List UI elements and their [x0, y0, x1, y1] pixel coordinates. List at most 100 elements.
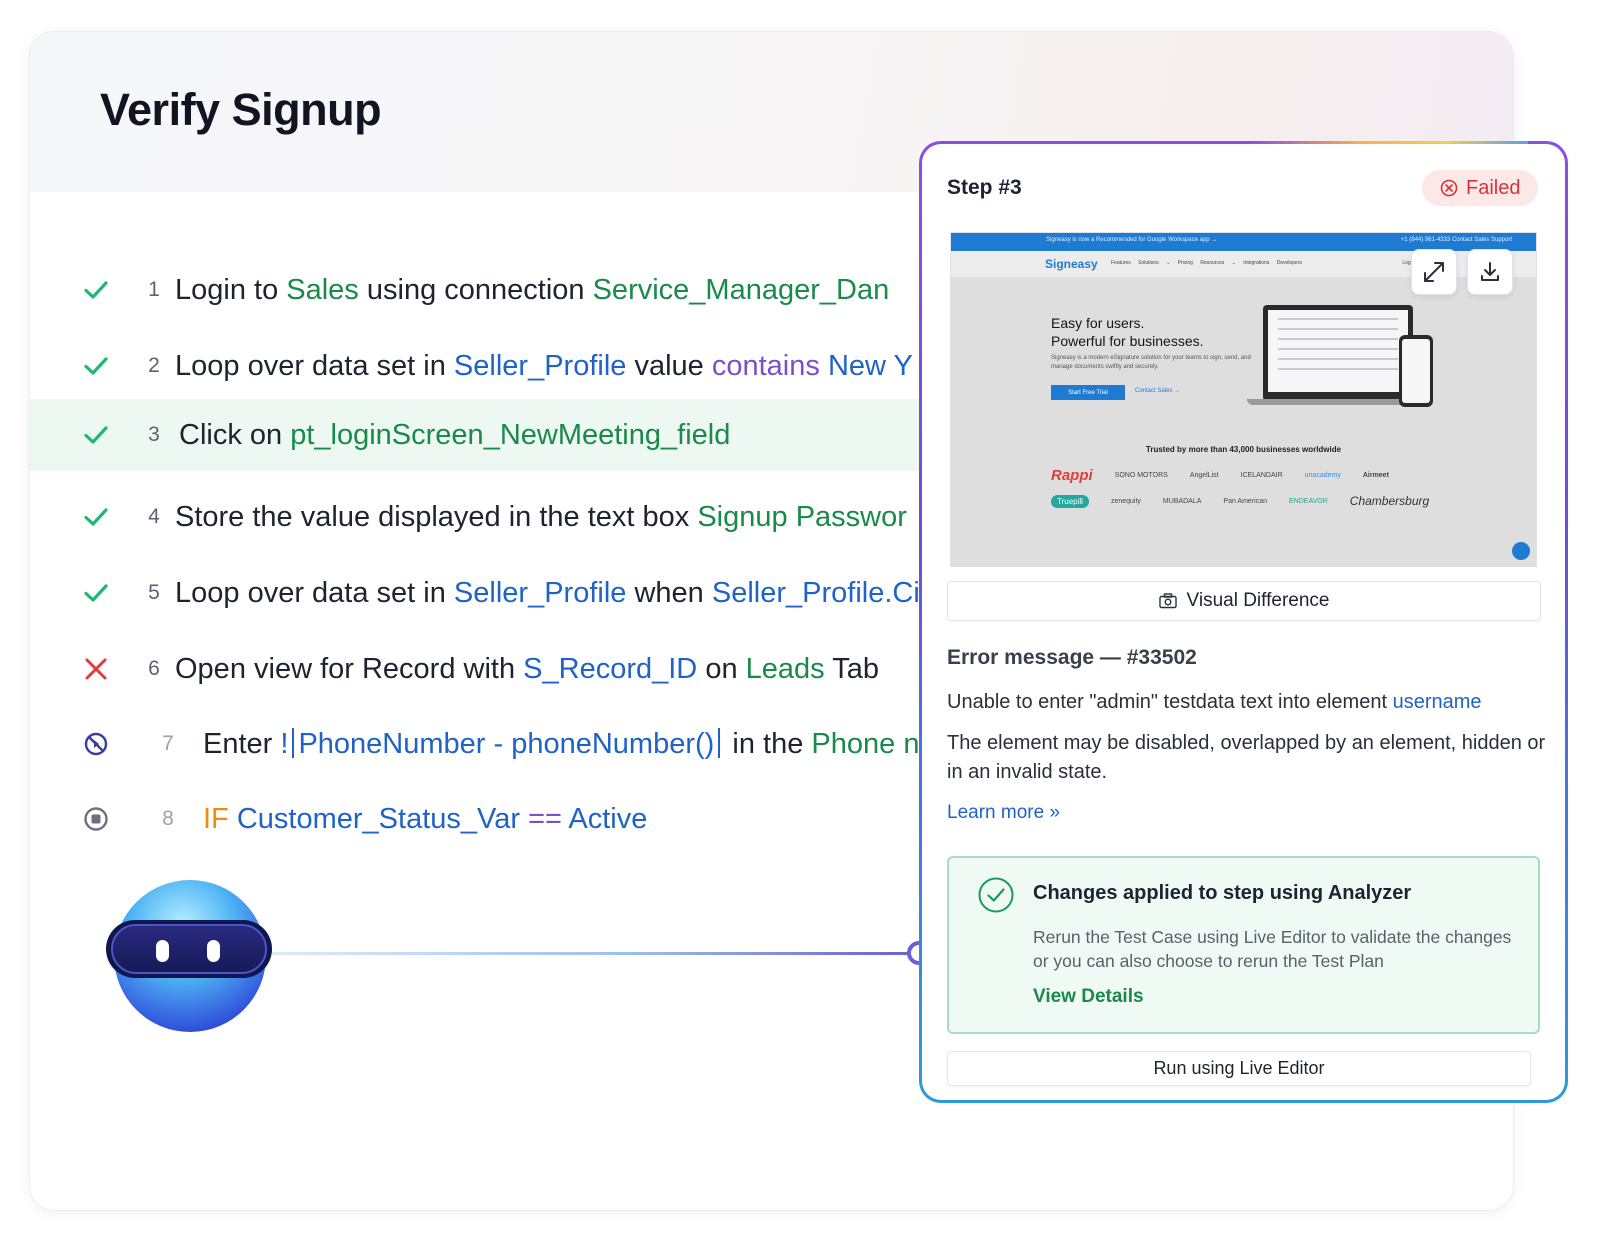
logo-zenequity: zenequity — [1110, 497, 1141, 505]
step-number: 1 — [148, 278, 160, 301]
check-icon — [82, 579, 110, 607]
step-token[interactable]: Seller_Profile — [454, 577, 626, 609]
step-row-7[interactable]: 7 Enter ! PhoneNumber - phoneNumber() in t… — [30, 708, 950, 780]
step-text: IF Customer_Status_Var == Active — [203, 803, 647, 836]
error-element-link[interactable]: username — [1393, 691, 1482, 713]
error-message: Unable to enter "admin" testdata text in… — [947, 691, 1482, 714]
step-keyword: Click on — [179, 418, 283, 451]
expand-icon — [1424, 262, 1444, 282]
logo-mubadala: MUBADALA — [1162, 497, 1202, 505]
step-row-4[interactable]: 4 Store the value displayed in the text b… — [30, 481, 950, 553]
step-keyword: on — [705, 652, 738, 685]
screenshot-headline-line-1: Easy for users. — [1051, 315, 1145, 331]
step-token[interactable]: Active — [568, 803, 647, 835]
logo-sono-motors: SONO MOTORS — [1114, 472, 1168, 479]
check-icon — [82, 503, 110, 531]
step-token[interactable]: Seller_Profile.Ci — [712, 577, 920, 609]
step-keyword: when — [634, 576, 704, 609]
step-number: 8 — [162, 807, 174, 830]
failed-circle-x-icon — [1440, 179, 1458, 197]
step-token[interactable]: Signup Passwor — [697, 501, 907, 533]
step-token[interactable]: ! — [280, 728, 288, 760]
text-cursor — [718, 727, 721, 758]
screenshot-cta-secondary: Contact Sales → — [1135, 388, 1181, 394]
step-row-6[interactable]: 6 Open view for Record with S_Record_ID o… — [30, 633, 950, 705]
cross-icon — [82, 655, 110, 683]
download-button[interactable] — [1467, 249, 1513, 295]
error-description: The element may be disabled, overlapped … — [947, 732, 1546, 783]
text-cursor — [292, 727, 295, 758]
step-text: Enter ! PhoneNumber - phoneNumber() in th… — [203, 727, 919, 761]
analyzer-title: Changes applied to step using Analyzer — [1033, 882, 1412, 904]
step-token[interactable]: S_Record_ID — [523, 653, 697, 685]
logo-icelandair: ICELANDAIR — [1240, 472, 1283, 479]
screenshot-body: Signeasy is a modern eSignature solution… — [1051, 355, 1251, 370]
step-number: 6 — [148, 657, 160, 680]
step-keyword: value — [634, 349, 704, 382]
step-token[interactable]: pt_loginScreen_NewMeeting_field — [290, 419, 730, 451]
screenshot-topbar-right: +1 (844) 961-4333 Contact Sales Support — [1400, 237, 1512, 243]
step-token[interactable]: IF — [203, 803, 229, 835]
step-number: 2 — [148, 354, 160, 377]
screenshot-topbar-text: Signeasy is now a Recommended for Google… — [1046, 237, 1218, 243]
step-keyword: Open view for Record with — [175, 652, 516, 685]
step-row-5[interactable]: 5 Loop over data set in Seller_Profile wh… — [30, 557, 950, 629]
camera-icon — [1158, 593, 1177, 609]
logo-unacademy: unacademy — [1304, 472, 1341, 479]
error-message-text: Unable to enter "admin" testdata text in… — [947, 691, 1388, 713]
step-screenshot[interactable]: Signeasy is now a Recommended for Google… — [950, 232, 1537, 567]
step-text: Store the value displayed in the text bo… — [175, 501, 907, 534]
step-token[interactable]: == — [528, 803, 562, 835]
step-row-3[interactable]: 3 Click on pt_loginScreen_NewMeeting_fiel… — [30, 399, 950, 471]
step-text: Loop over data set in Seller_Profile val… — [175, 350, 913, 383]
step-token[interactable]: contains — [712, 350, 820, 382]
check-icon — [82, 352, 110, 380]
step-token[interactable]: New Y — [828, 350, 913, 382]
step-number: 7 — [162, 732, 174, 755]
disabled-play-icon — [82, 730, 110, 758]
robot-avatar-icon — [106, 880, 272, 1032]
screenshot-headline: Easy for users. Powerful for businesses. — [1051, 314, 1204, 350]
step-number: 5 — [148, 581, 160, 604]
step-keyword: Store the value displayed in the text bo… — [175, 500, 690, 533]
logo-rappi: Rappi — [1051, 467, 1093, 484]
expand-button[interactable] — [1411, 249, 1457, 295]
step-row-2[interactable]: 2 Loop over data set in Seller_Profile va… — [30, 330, 950, 402]
step-keyword: Loop over data set in — [175, 576, 446, 609]
step-row-8[interactable]: 8 IF Customer_Status_Var == Active — [30, 783, 950, 855]
step-keyword: Enter — [203, 727, 273, 760]
step-text: Click on pt_loginScreen_NewMeeting_field — [179, 419, 730, 452]
step-token[interactable]: PhoneNumber - phoneNumber() — [298, 728, 714, 760]
learn-more-link[interactable]: Learn more » — [947, 802, 1060, 824]
step-keyword: Loop over data set in — [175, 349, 446, 382]
step-text: Open view for Record with S_Record_ID on… — [175, 653, 879, 686]
analyzer-description: Rerun the Test Case using Live Editor to… — [1033, 927, 1512, 971]
view-details-link[interactable]: View Details — [1033, 986, 1144, 1008]
step-token[interactable]: Phone n — [811, 728, 919, 760]
step-token[interactable]: Service_Manager_Dan — [593, 274, 890, 306]
visual-difference-label: Visual Difference — [1186, 590, 1330, 611]
step-row-1[interactable]: 1 Login to Sales using connection Service… — [30, 254, 950, 326]
logo-truepill: Truepill — [1051, 494, 1089, 508]
screenshot-trusted: Trusted by more than 43,000 businesses w… — [1145, 445, 1342, 454]
visual-difference-button[interactable]: Visual Difference — [947, 581, 1541, 621]
step-token[interactable]: Leads — [746, 653, 825, 685]
run-live-editor-button[interactable]: Run using Live Editor — [947, 1051, 1531, 1086]
step-keyword: Tab — [832, 652, 879, 685]
step-token[interactable]: Customer_Status_Var — [237, 803, 520, 835]
screenshot-menu: Features Solutions ⌄ Pricing Resources ⌄… — [1111, 260, 1303, 266]
screenshot-phone — [1399, 335, 1433, 407]
error-title: Error message — #33502 — [947, 646, 1197, 669]
check-icon — [82, 421, 110, 449]
download-icon — [1481, 262, 1499, 281]
screenshot-cta-primary: Start Free Trial — [1051, 385, 1125, 400]
step-text: Loop over data set in Seller_Profile whe… — [175, 577, 920, 610]
check-circle-icon — [978, 877, 1014, 913]
step-token[interactable]: Sales — [286, 274, 359, 306]
logo-pan-american: Pan American — [1223, 497, 1268, 505]
logo-chambersburg: Chambersburg — [1349, 494, 1430, 508]
step-token[interactable]: Seller_Profile — [454, 350, 626, 382]
screenshot-logos: Rappi SONO MOTORS AngelList ICELANDAIR u… — [1051, 467, 1441, 508]
logo-angellist: AngelList — [1189, 472, 1219, 479]
screenshot-laptop — [1263, 305, 1413, 401]
